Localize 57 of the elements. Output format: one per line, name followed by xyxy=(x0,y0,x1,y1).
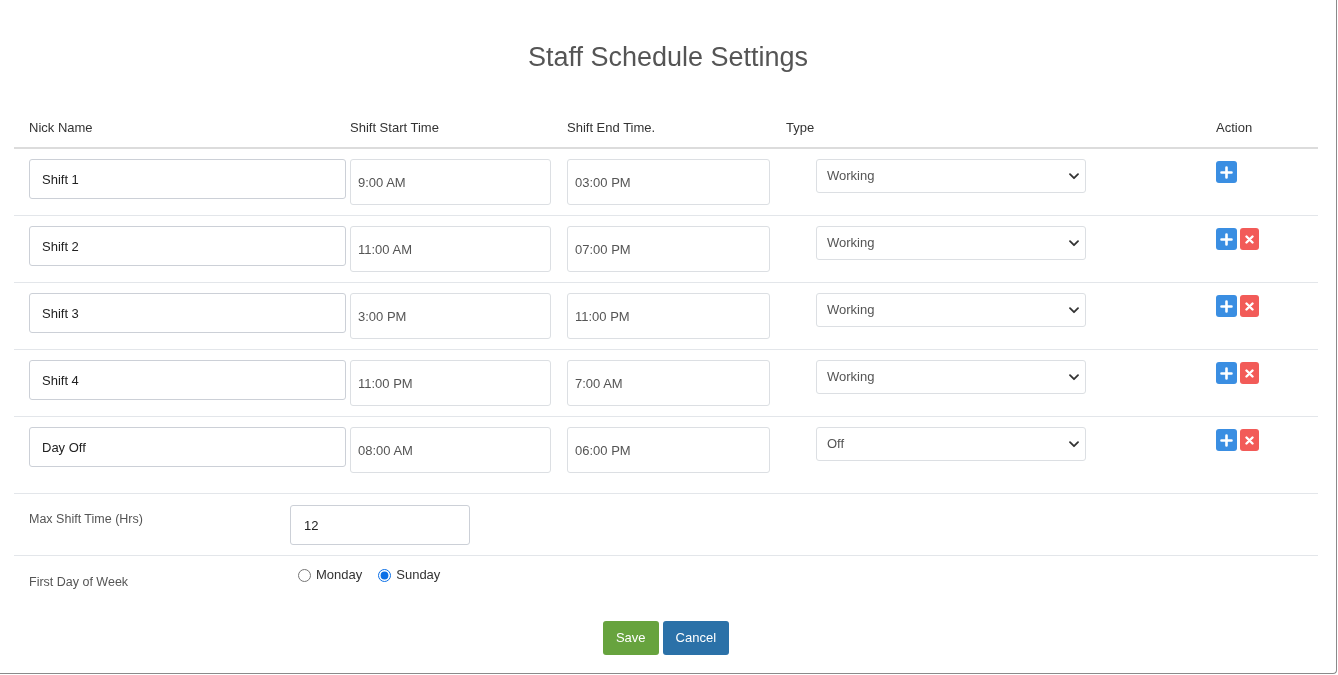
cancel-button[interactable]: Cancel xyxy=(662,621,730,655)
close-icon xyxy=(1245,368,1254,378)
remove-row-button[interactable] xyxy=(1240,228,1259,250)
nick-name-field[interactable]: Day Off xyxy=(29,427,346,467)
start-time-field[interactable]: 11:00 AM xyxy=(350,226,551,272)
column-header: Shift End Time. xyxy=(567,119,656,135)
remove-row-button[interactable] xyxy=(1240,362,1259,384)
close-icon xyxy=(1245,301,1254,311)
nick-name-field[interactable]: Shift 1 xyxy=(29,159,346,199)
add-row-button[interactable] xyxy=(1216,228,1237,250)
start-time-field[interactable]: 9:00 AM xyxy=(350,159,551,205)
radio-label[interactable]: Monday xyxy=(316,565,363,585)
plus-icon xyxy=(1220,232,1233,246)
add-row-button[interactable] xyxy=(1216,429,1237,451)
close-icon xyxy=(1245,234,1254,244)
end-time-field[interactable]: 06:00 PM xyxy=(567,427,770,473)
start-time-field[interactable]: 11:00 PM xyxy=(350,360,551,406)
end-time-field[interactable]: 7:00 AM xyxy=(567,360,770,406)
chevron-down-icon xyxy=(1069,306,1079,314)
type-dropdown[interactable]: Working xyxy=(816,293,1086,327)
type-dropdown[interactable]: Working xyxy=(816,226,1086,260)
remove-row-button[interactable] xyxy=(1240,295,1259,317)
chevron-down-icon xyxy=(1069,373,1079,381)
close-icon xyxy=(1245,435,1254,445)
nick-name-field[interactable]: Shift 3 xyxy=(29,293,346,333)
add-row-button[interactable] xyxy=(1216,362,1237,384)
end-time-field[interactable]: 11:00 PM xyxy=(567,293,770,339)
column-header: Nick Name xyxy=(29,119,93,135)
type-dropdown[interactable]: Off xyxy=(816,427,1086,461)
chevron-down-icon xyxy=(1069,440,1079,448)
start-time-field[interactable]: 3:00 PM xyxy=(350,293,551,339)
plus-icon xyxy=(1220,165,1233,179)
type-dropdown[interactable]: Working xyxy=(816,360,1086,394)
end-time-field[interactable]: 03:00 PM xyxy=(567,159,770,205)
radio-button[interactable] xyxy=(378,568,392,582)
add-row-button[interactable] xyxy=(1216,161,1237,183)
radio-button[interactable] xyxy=(298,568,311,582)
plus-icon xyxy=(1220,433,1233,447)
nick-name-field[interactable]: Shift 4 xyxy=(29,360,346,400)
max-shift-time-field[interactable]: 12 xyxy=(290,505,470,545)
start-time-field[interactable]: 08:00 AM xyxy=(350,427,551,473)
nick-name-field[interactable]: Shift 2 xyxy=(29,226,346,266)
end-time-field[interactable]: 07:00 PM xyxy=(567,226,770,272)
dialog-title: Staff Schedule Settings xyxy=(527,41,809,74)
plus-icon xyxy=(1220,299,1233,313)
chevron-down-icon xyxy=(1069,172,1079,180)
radio-label[interactable]: Sunday xyxy=(396,565,441,585)
field-label: Max Shift Time (Hrs) xyxy=(29,512,143,526)
add-row-button[interactable] xyxy=(1216,295,1237,317)
remove-row-button[interactable] xyxy=(1240,429,1259,451)
type-dropdown[interactable]: Working xyxy=(816,159,1086,193)
chevron-down-icon xyxy=(1069,239,1079,247)
plus-icon xyxy=(1220,366,1233,380)
column-header: Shift Start Time xyxy=(350,119,439,135)
column-header: Action xyxy=(1216,119,1253,135)
field-label: First Day of Week xyxy=(29,575,129,589)
column-header: Type xyxy=(786,119,815,135)
